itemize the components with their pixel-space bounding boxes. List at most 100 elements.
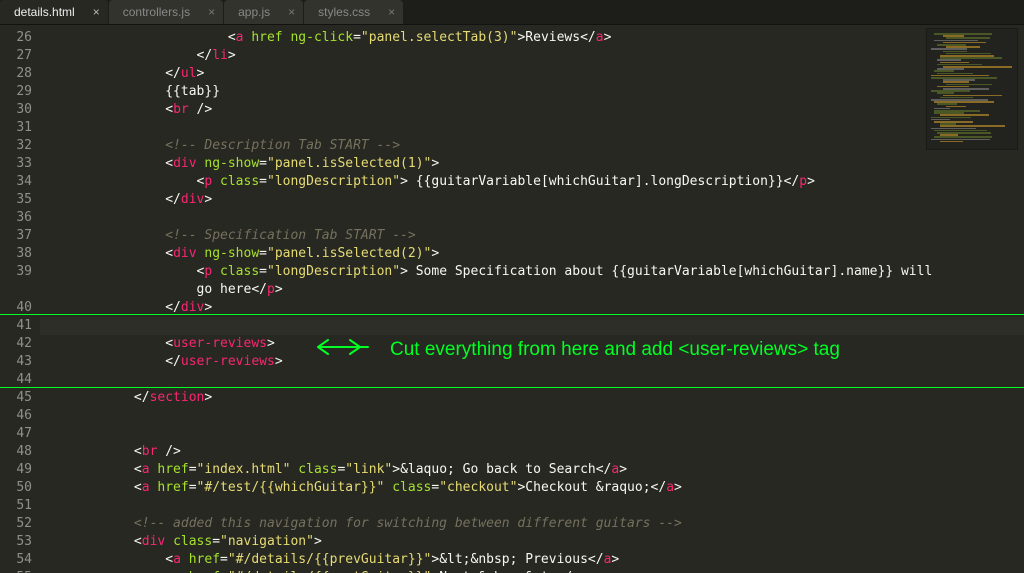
code-token: "longDescription" [267,264,400,279]
code-token: ng-show [204,246,259,261]
code-token: "link" [345,462,392,477]
tab-details-html[interactable]: details.html × [0,0,108,24]
code-line[interactable]: {{tab}} [40,83,1024,101]
code-token: div [181,300,204,315]
code-token: > [400,264,408,279]
code-line[interactable] [40,407,1024,425]
code-line[interactable]: </div> [40,191,1024,209]
code-line[interactable]: </user-reviews> [40,353,1024,371]
code-token: section [150,390,205,405]
code-line[interactable]: <br /> [40,443,1024,461]
code-token: </ [197,48,213,63]
code-token: div [173,156,196,171]
tab-app-js[interactable]: app.js× [224,0,303,24]
code-line[interactable] [40,371,1024,389]
code-line[interactable]: <a href="#/details/{{prevGuitar}}">&lt;&… [40,551,1024,569]
code-token: > [604,30,612,45]
code-token: {{tab}} [165,84,220,99]
code-token: class [220,264,259,279]
close-icon[interactable]: × [288,5,295,19]
code-line[interactable]: <!-- Specification Tab START --> [40,227,1024,245]
code-token: a [142,462,150,477]
code-line[interactable] [40,317,1024,335]
tab-controllers-js[interactable]: controllers.js× [109,0,223,24]
close-icon[interactable]: × [388,5,395,19]
code-token: > [431,246,439,261]
code-line[interactable] [40,497,1024,515]
line-number: 49 [0,461,40,479]
code-token: a [142,480,150,495]
code-line[interactable]: </div> [40,299,1024,317]
close-icon[interactable]: × [93,5,100,19]
code-token: > [392,462,400,477]
code-token: > [431,156,439,171]
code-line[interactable]: <p class="longDescription"> Some Specifi… [40,263,1024,281]
code-line[interactable]: <p class="longDescription"> {{guitarVari… [40,173,1024,191]
line-number: 28 [0,65,40,83]
line-number: 53 [0,533,40,551]
line-number: 43 [0,353,40,371]
code-token: = [259,156,267,171]
code-line[interactable] [40,209,1024,227]
line-number: 55 [0,569,40,573]
code-token: < [165,156,173,171]
code-token: = [431,480,439,495]
code-line[interactable]: go here</p> [40,281,1024,299]
code-line[interactable]: <a href="#/test/{{whichGuitar}}" class="… [40,479,1024,497]
code-token: </ [651,480,667,495]
code-token: > [267,336,275,351]
code-token: > [204,192,212,207]
line-number: 38 [0,245,40,263]
minimap-line [940,141,963,143]
code-token: /> [189,102,212,117]
code-line[interactable]: <div class="navigation"> [40,533,1024,551]
line-number: 44 [0,371,40,389]
code-token: ng-click [290,30,353,45]
tab-label: details.html [14,5,75,19]
code-token: ng-show [204,156,259,171]
code-line[interactable] [40,119,1024,137]
code-line[interactable]: <a href ng-click="panel.selectTab(3)">Re… [40,29,1024,47]
tab-styles-css[interactable]: styles.css× [304,0,403,24]
line-number: 51 [0,497,40,515]
code-token: = [259,246,267,261]
code-line[interactable]: <!-- Description Tab START --> [40,137,1024,155]
code-token: </ [251,282,267,297]
code-line[interactable]: <div ng-show="panel.isSelected(1)"> [40,155,1024,173]
code-token: user-reviews [181,354,275,369]
code-token: < [134,444,142,459]
line-number: 50 [0,479,40,497]
code-token: = [189,480,197,495]
minimap[interactable] [926,28,1018,150]
code-content[interactable]: <a href ng-click="panel.selectTab(3)">Re… [40,25,1024,573]
code-token: li [212,48,228,63]
code-line[interactable]: <!-- added this navigation for switching… [40,515,1024,533]
code-line[interactable] [40,425,1024,443]
code-line[interactable]: </ul> [40,65,1024,83]
code-line[interactable]: </li> [40,47,1024,65]
code-line[interactable]: <user-reviews> [40,335,1024,353]
editor-area[interactable]: 2627282930313233343536373839 40414243444… [0,25,1024,573]
code-token: </ [165,300,181,315]
code-token: = [189,462,197,477]
code-line[interactable]: </section> [40,389,1024,407]
code-line[interactable]: <br /> [40,101,1024,119]
line-number-gutter: 2627282930313233343536373839 40414243444… [0,25,40,573]
code-line[interactable]: <div ng-show="panel.isSelected(2)"> [40,245,1024,263]
code-token: < [165,336,173,351]
code-token: </ [588,552,604,567]
line-number: 41 [0,317,40,335]
code-token: > [619,462,627,477]
code-line[interactable]: <a href="index.html" class="link">&laquo… [40,461,1024,479]
code-token: Checkout &raquo; [525,480,650,495]
code-token: </ [165,354,181,369]
code-token: </ [165,66,181,81]
line-number: 40 [0,299,40,317]
close-icon[interactable]: × [208,5,215,19]
line-number: 46 [0,407,40,425]
line-number: 31 [0,119,40,137]
code-line[interactable]: <a href="#/details/{{nextGuitar}}">Next … [40,569,1024,573]
code-token: < [165,102,173,117]
code-token: p [799,174,807,189]
code-token: = [220,552,228,567]
